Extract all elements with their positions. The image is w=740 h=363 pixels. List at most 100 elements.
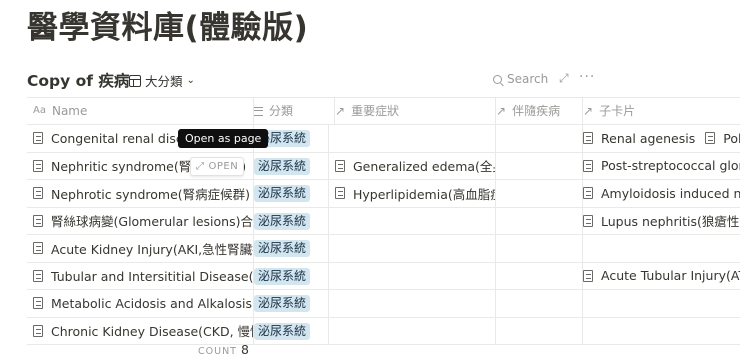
row-title: Tubular and Intersititial Disease(腎小管間質疾… bbox=[51, 269, 254, 285]
symptoms-cell[interactable] bbox=[329, 317, 496, 344]
page-icon bbox=[33, 159, 43, 172]
page-icon bbox=[33, 324, 43, 337]
row-title: Chronic Kidney Disease(CKD, 慢性腎臟病) bbox=[51, 324, 253, 340]
symptoms-cell[interactable] bbox=[329, 207, 496, 234]
category-cell[interactable]: 泌尿系統 bbox=[248, 262, 329, 289]
relation-chip[interactable]: Generalized edema(全身水腫) bbox=[335, 156, 495, 175]
children-cell[interactable]: Acute Tubular Injury(ATI) bbox=[577, 263, 740, 290]
page-icon bbox=[583, 159, 593, 172]
category-cell[interactable]: 泌尿系統 bbox=[248, 180, 329, 207]
table-body: Congenital renal disease 泌尿系統 Renal agenes… bbox=[27, 125, 740, 345]
symptoms-cell[interactable] bbox=[329, 290, 496, 317]
table-view-icon bbox=[129, 74, 141, 87]
relation-chip[interactable]: Lupus nephritis(狼瘡性腎炎) bbox=[583, 211, 740, 230]
name-cell[interactable]: Metabolic Acidosis and Alkalosis bbox=[27, 290, 254, 317]
relation-chip[interactable]: Acute Tubular Injury(ATI) bbox=[583, 268, 740, 283]
category-tag: 泌尿系統 bbox=[254, 322, 311, 340]
category-cell[interactable]: 泌尿系統 bbox=[248, 235, 329, 262]
relation-chip[interactable]: Renal agenesis bbox=[583, 131, 695, 146]
comorbid-cell[interactable] bbox=[490, 235, 583, 262]
open-button[interactable]: ⤢ OPEN bbox=[190, 156, 245, 176]
count-footer: COUNT 8 bbox=[198, 342, 249, 357]
children-cell[interactable] bbox=[577, 318, 740, 345]
table-row[interactable]: Metabolic Acidosis and Alkalosis 泌尿系統 bbox=[27, 290, 740, 318]
page-icon bbox=[583, 132, 593, 145]
children-cell[interactable] bbox=[577, 290, 740, 317]
relation-arrow-icon: ↗ bbox=[583, 104, 594, 118]
symptoms-cell[interactable] bbox=[329, 125, 496, 152]
page-icon bbox=[33, 242, 43, 255]
expand-icon[interactable]: ⤢ bbox=[559, 71, 569, 86]
name-cell[interactable]: Tubular and Intersititial Disease(腎小管間質疾… bbox=[27, 262, 254, 289]
name-cell[interactable]: Nephritic syndrome(腎炎症候群) ⤢ OPEN bbox=[27, 152, 254, 179]
relation-chip[interactable]: Post-streptococcal glomerulonephritis bbox=[583, 158, 740, 173]
name-cell[interactable]: 腎絲球病變(Glomerular lesions)合併全身性疾病 bbox=[27, 207, 254, 234]
comorbid-cell[interactable] bbox=[490, 125, 583, 152]
list-property-icon bbox=[254, 106, 263, 116]
comorbid-cell[interactable] bbox=[490, 207, 583, 234]
children-cell[interactable]: Lupus nephritis(狼瘡性腎炎) bbox=[577, 208, 740, 235]
category-tag: 泌尿系統 bbox=[254, 157, 311, 175]
page-icon bbox=[33, 269, 43, 282]
page-icon bbox=[33, 132, 43, 145]
children-cell[interactable] bbox=[577, 235, 740, 262]
page-icon bbox=[705, 132, 716, 145]
category-cell[interactable]: 泌尿系統 bbox=[248, 290, 329, 317]
name-cell[interactable]: Chronic Kidney Disease(CKD, 慢性腎臟病) bbox=[27, 317, 254, 344]
children-cell[interactable]: Renal agenesis Polycystic bbox=[577, 125, 740, 152]
children-cell[interactable]: Post-streptococcal glomerulonephritis bbox=[577, 153, 740, 180]
name-cell[interactable]: Acute Kidney Injury(AKI,急性腎臟損傷) bbox=[27, 235, 254, 262]
relation-arrow-icon: ↗ bbox=[335, 104, 346, 118]
column-header-children[interactable]: ↗ 子卡片 bbox=[577, 98, 740, 124]
row-title: 腎絲球病變(Glomerular lesions)合併全身性疾病 bbox=[51, 214, 253, 230]
name-cell[interactable]: Nephrotic syndrome(腎病症候群) bbox=[27, 180, 254, 207]
category-cell[interactable]: 泌尿系統 bbox=[248, 317, 329, 344]
category-tag: 泌尿系統 bbox=[254, 295, 311, 312]
symptoms-cell[interactable] bbox=[329, 235, 496, 262]
relation-chip[interactable]: Amyloidosis induced nephropathy bbox=[583, 186, 740, 201]
view-switcher[interactable]: 大分類 ⌄ bbox=[129, 71, 195, 90]
column-header-category[interactable]: 分類 bbox=[248, 98, 335, 124]
relation-arrow-icon: ↗ bbox=[496, 104, 507, 118]
table-row[interactable]: Tubular and Intersititial Disease(腎小管間質疾… bbox=[27, 262, 740, 290]
page-icon bbox=[33, 214, 43, 227]
column-header-comorbid[interactable]: ↗ 伴隨疾病 bbox=[490, 98, 583, 124]
text-property-icon: Aa bbox=[33, 105, 46, 116]
page-icon bbox=[335, 187, 345, 200]
comorbid-cell[interactable] bbox=[490, 152, 583, 179]
comorbid-cell[interactable] bbox=[490, 262, 583, 289]
count-value: 8 bbox=[240, 342, 249, 357]
category-tag: 泌尿系統 bbox=[254, 185, 311, 202]
symptoms-cell[interactable]: Hyperlipidemia(高血脂症) bbox=[329, 180, 496, 207]
relation-chip[interactable]: Hyperlipidemia(高血脂症) bbox=[335, 184, 495, 203]
category-cell[interactable]: 泌尿系統 bbox=[248, 152, 329, 179]
table-row[interactable]: Acute Kidney Injury(AKI,急性腎臟損傷)泌尿系統 bbox=[27, 235, 740, 263]
database-table: Aa Name 分類 ↗ 重要症狀 ↗ 伴隨疾病 ↗ 子卡片 Congenita… bbox=[27, 97, 740, 345]
database-toolbar: Copy of 疾病 大分類 ⌄ Search ⤢ ··· bbox=[27, 68, 740, 90]
comorbid-cell[interactable] bbox=[490, 317, 583, 344]
page-icon bbox=[583, 214, 593, 227]
page-icon bbox=[335, 159, 345, 172]
search-icon bbox=[493, 74, 502, 84]
database-title[interactable]: Copy of 疾病 bbox=[27, 69, 129, 91]
page-icon bbox=[33, 297, 43, 310]
page-icon bbox=[33, 187, 43, 200]
symptoms-cell[interactable] bbox=[329, 262, 496, 289]
comorbid-cell[interactable] bbox=[490, 290, 583, 317]
table-row[interactable]: Nephritic syndrome(腎炎症候群) ⤢ OPEN 泌尿系統 Genera… bbox=[27, 152, 740, 180]
comorbid-cell[interactable] bbox=[490, 180, 583, 207]
more-options-icon[interactable]: ··· bbox=[579, 69, 595, 85]
symptoms-cell[interactable]: Generalized edema(全身水腫) bbox=[329, 152, 496, 179]
table-row[interactable]: Nephrotic syndrome(腎病症候群) 泌尿系統 Hyperlipide… bbox=[27, 180, 740, 208]
column-header-symptoms[interactable]: ↗ 重要症狀 bbox=[329, 98, 496, 124]
row-title: Metabolic Acidosis and Alkalosis bbox=[51, 295, 252, 311]
category-cell[interactable]: 泌尿系統 bbox=[248, 207, 329, 234]
column-header-name[interactable]: Aa Name bbox=[27, 98, 254, 124]
children-cell[interactable]: Amyloidosis induced nephropathy bbox=[577, 180, 740, 207]
table-row[interactable]: Chronic Kidney Disease(CKD, 慢性腎臟病)泌尿系統 bbox=[27, 317, 740, 345]
table-header: Aa Name 分類 ↗ 重要症狀 ↗ 伴隨疾病 ↗ 子卡片 bbox=[27, 97, 740, 125]
table-row[interactable]: Congenital renal disease 泌尿系統 Renal agenes… bbox=[27, 125, 740, 153]
relation-chip[interactable]: Polycystic bbox=[705, 131, 740, 146]
table-row[interactable]: 腎絲球病變(Glomerular lesions)合併全身性疾病泌尿系統 Lupu… bbox=[27, 207, 740, 235]
search-button[interactable]: Search bbox=[493, 72, 548, 86]
